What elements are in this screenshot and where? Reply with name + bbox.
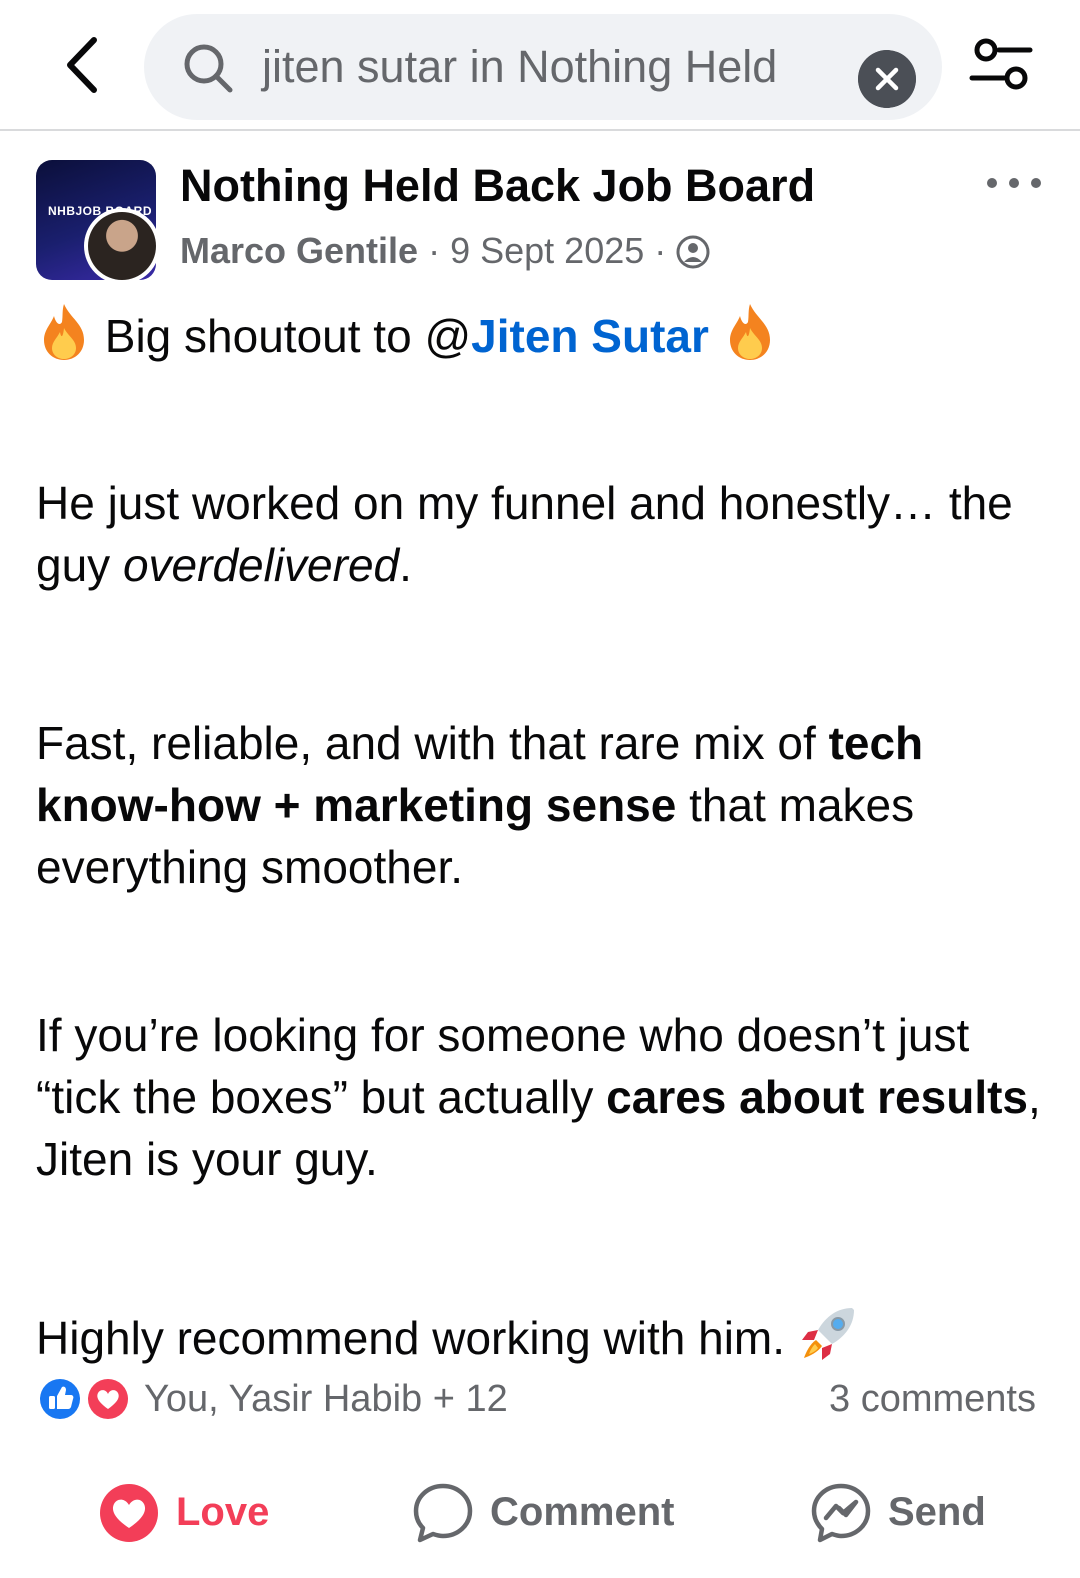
separator: · [428, 230, 441, 271]
messenger-icon [811, 1483, 871, 1543]
paragraph-text: Fast, reliable, and with that rare mix o… [36, 717, 829, 769]
love-label: Love [176, 1490, 270, 1534]
separator: · [654, 230, 667, 271]
members-privacy-icon [676, 235, 710, 269]
group-name[interactable]: Nothing Held Back Job Board [180, 160, 815, 212]
paragraph-italic: overdelivered [122, 539, 400, 591]
post-actions: Love Comment Send [0, 1470, 1080, 1560]
search-query[interactable]: jiten sutar in Nothing Held [262, 14, 777, 120]
paragraph-bold: cares about results [606, 1071, 1028, 1123]
post-paragraph: Big shoutout to @Jiten Sutar [36, 302, 1046, 367]
post-paragraph: He just worked on my funnel and honestly… [36, 472, 1046, 596]
rocket-emoji-icon [801, 1308, 854, 1360]
search-bar[interactable]: jiten sutar in Nothing Held [144, 14, 942, 120]
shoutout-text: Big shoutout to @ [104, 310, 472, 362]
mention-link[interactable]: Jiten Sutar [471, 310, 709, 362]
back-arrow-icon[interactable] [52, 30, 112, 100]
comment-button[interactable]: Comment [412, 1470, 675, 1560]
top-bar: jiten sutar in Nothing Held [0, 0, 1080, 131]
post-paragraph: If you’re looking for someone who doesn’… [36, 1004, 1046, 1190]
love-icon [100, 1484, 158, 1542]
author-name[interactable]: Marco Gentile [180, 230, 418, 271]
reactions-summary[interactable]: You, Yasir Habib + 12 3 comments [36, 1374, 1046, 1424]
search-icon [184, 44, 233, 93]
send-label: Send [888, 1490, 986, 1534]
fire-emoji-icon [44, 304, 84, 360]
post-meta: Marco Gentile · 9 Sept 2025 · [180, 228, 710, 274]
fire-emoji-icon [729, 304, 770, 360]
paragraph-text: . [399, 539, 412, 591]
filters-icon[interactable] [966, 34, 1036, 98]
reaction-names[interactable]: You, Yasir Habib + 12 [144, 1374, 508, 1424]
post-paragraph: Highly recommend working with him. [36, 1304, 1046, 1369]
more-options-icon[interactable] [984, 170, 1044, 196]
comment-label: Comment [490, 1490, 675, 1534]
reaction-icons [38, 1377, 130, 1421]
paragraph-text: Highly recommend working with him. [36, 1312, 798, 1364]
send-button[interactable]: Send [810, 1470, 990, 1560]
love-button[interactable]: Love [98, 1470, 270, 1560]
author-avatar[interactable] [84, 208, 160, 284]
comments-count[interactable]: 3 comments [829, 1374, 1036, 1424]
post-date[interactable]: 9 Sept 2025 [450, 230, 644, 271]
clear-search-icon[interactable] [858, 50, 916, 108]
comment-icon [413, 1483, 473, 1543]
post-paragraph: Fast, reliable, and with that rare mix o… [36, 712, 1046, 898]
